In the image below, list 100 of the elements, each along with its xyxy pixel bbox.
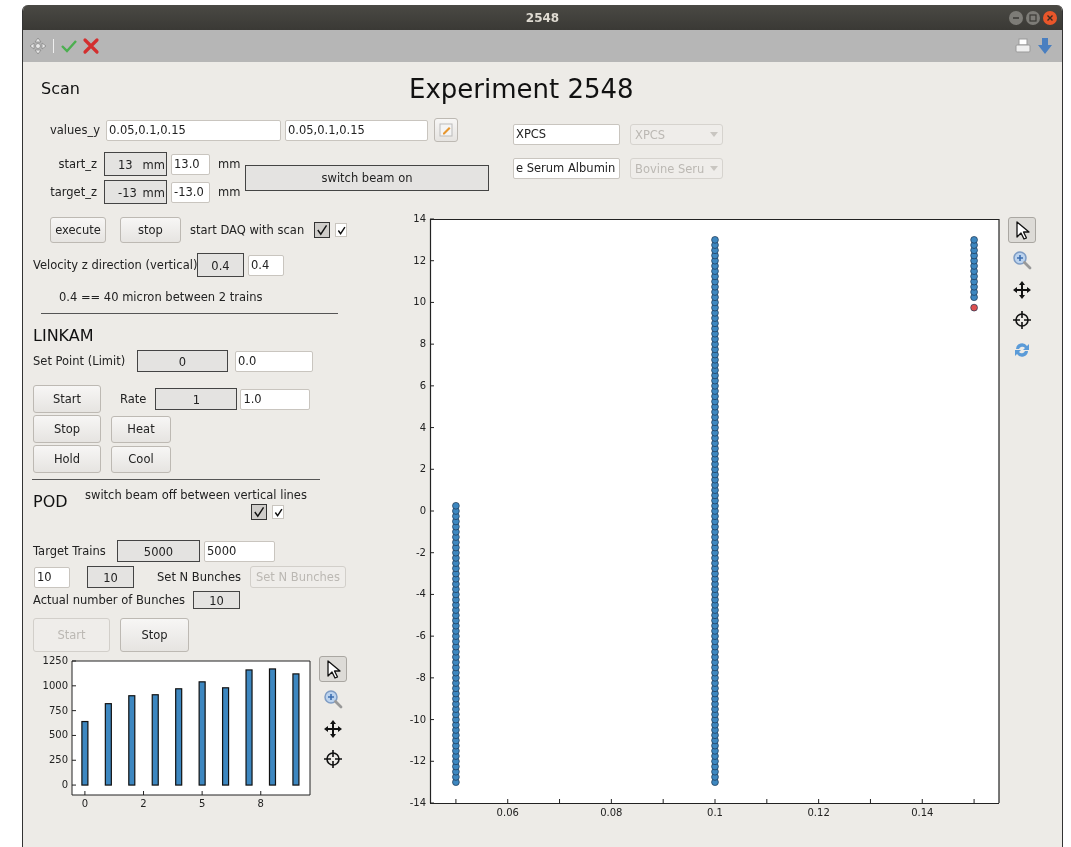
field-label: Set Point (Limit) (33, 354, 127, 368)
checkbox[interactable] (251, 504, 267, 520)
unit-label: mm (218, 157, 238, 171)
value-display: 1 (155, 388, 238, 410)
printer-icon[interactable] (1014, 37, 1032, 55)
value-display: 0.4 (197, 253, 244, 277)
unit-label: mm (142, 185, 165, 202)
section-heading: Scan (40, 79, 81, 99)
check-icon (316, 224, 329, 236)
input-field[interactable]: 10 (34, 566, 70, 588)
x-tick-label: 0.14 (911, 807, 934, 818)
y-tick-label: 250 (48, 754, 68, 766)
y-tick-label: -14 (409, 797, 426, 808)
y-tick-label: 12 (413, 254, 426, 266)
unit-label: mm (218, 185, 238, 199)
execute-button[interactable]: execute (50, 217, 106, 243)
x-tick-label: 5 (198, 798, 206, 808)
check-icon (273, 507, 283, 517)
refresh-icon (1012, 340, 1032, 360)
field-label: Target Trains (33, 544, 107, 558)
field-label: Rate (120, 392, 147, 406)
y-tick-label: 0 (61, 779, 68, 791)
close-icon[interactable] (1042, 9, 1058, 26)
checkbox-label: switch beam off between vertical lines (85, 488, 307, 502)
maximize-icon[interactable] (1025, 9, 1041, 26)
input-field[interactable]: -13.0 (171, 181, 210, 203)
section-heading: LINKAM (32, 326, 95, 345)
close-icon[interactable] (82, 37, 100, 55)
check-icon (253, 506, 265, 518)
y-tick-label: 750 (48, 704, 68, 716)
x-tick-label: 0.06 (496, 807, 519, 818)
heat-button[interactable]: Heat (111, 415, 171, 443)
input-field[interactable]: 5000 (204, 540, 275, 562)
y-tick-label: -2 (416, 546, 426, 558)
stop-button[interactable]: stop (120, 217, 181, 243)
pointer-tool[interactable] (1008, 217, 1036, 243)
zoom-icon (1012, 250, 1032, 270)
pencil-icon (439, 123, 453, 137)
field-label: Set N Bunches (157, 570, 241, 584)
unit-label: mm (142, 157, 165, 174)
cool-button[interactable]: Cool (111, 445, 171, 473)
y-tick-label: -6 (416, 630, 426, 642)
y-tick-label: -4 (416, 588, 426, 600)
start-button[interactable]: Start (33, 385, 101, 413)
check-icon (336, 225, 346, 235)
checkbox-label: start DAQ with scan (190, 223, 305, 237)
y-tick-label: 1250 (42, 656, 68, 666)
input-field[interactable]: 1.0 (240, 388, 311, 410)
x-tick-label: 0.08 (600, 807, 623, 818)
caret-icon (710, 166, 718, 171)
readout-value: -13 (118, 185, 137, 202)
field-label: start_z (57, 157, 97, 171)
input-field[interactable]: 0.05,0.1,0.15 (285, 119, 428, 141)
y-tick-label: -10 (409, 713, 426, 725)
down-arrow-icon[interactable] (1036, 37, 1054, 55)
pointer-tool[interactable] (319, 656, 347, 682)
move-icon (1012, 280, 1032, 300)
crosshair-icon (323, 749, 343, 769)
y-tick-label: 4 (419, 421, 426, 433)
x-tick-label: 0 (81, 798, 89, 808)
window-title: 2548 (524, 10, 561, 25)
value-display: 0 (137, 350, 228, 372)
stop-button[interactable]: Stop (120, 618, 189, 652)
y-tick-label: 2 (419, 463, 426, 475)
y-tick-label: 500 (48, 729, 68, 741)
caret-icon (710, 132, 718, 137)
stop-button[interactable]: Stop (33, 415, 101, 443)
input-field[interactable]: 0.4 (248, 254, 284, 276)
hold-button[interactable]: Hold (33, 445, 101, 473)
field-label: Actual number of Bunches (33, 593, 186, 607)
data-point (970, 303, 978, 312)
y-tick-label: 10 (413, 296, 426, 308)
switch-beam-button[interactable]: switch beam on (245, 165, 489, 191)
y-tick-label: 6 (419, 379, 426, 391)
y-tick-label: -8 (416, 671, 426, 683)
y-tick-label: 8 (419, 338, 426, 350)
field-label: target_z (49, 185, 97, 199)
input-field[interactable]: 0.0 (235, 350, 313, 372)
input-field[interactable]: 0.05,0.1,0.15 (106, 119, 281, 141)
x-tick-label: 0.1 (707, 807, 723, 818)
field-label: values_y (50, 123, 101, 137)
x-tick-label: 0.12 (807, 807, 830, 818)
bar (81, 720, 89, 786)
value-display: 5000 (117, 540, 200, 562)
zoom-icon (323, 689, 343, 709)
move-icon[interactable] (29, 37, 47, 55)
move-icon (323, 719, 343, 739)
field-label: Velocity z direction (vertical) (33, 258, 197, 272)
page-title: Experiment 2548 (409, 74, 634, 104)
note-text: 0.4 == 40 micron between 2 trains (58, 290, 264, 304)
crosshair-icon (1012, 310, 1032, 330)
value-display: 10 (87, 566, 134, 588)
y-tick-label: 14 (413, 213, 426, 224)
input-field[interactable]: 13.0 (171, 153, 210, 175)
minimize-icon[interactable] (1008, 9, 1024, 26)
y-tick-label: -12 (409, 755, 426, 767)
y-tick-label: 1000 (42, 679, 68, 691)
x-tick-label: 8 (257, 798, 264, 808)
checkbox[interactable] (314, 222, 331, 238)
value-display: 10 (193, 591, 241, 609)
